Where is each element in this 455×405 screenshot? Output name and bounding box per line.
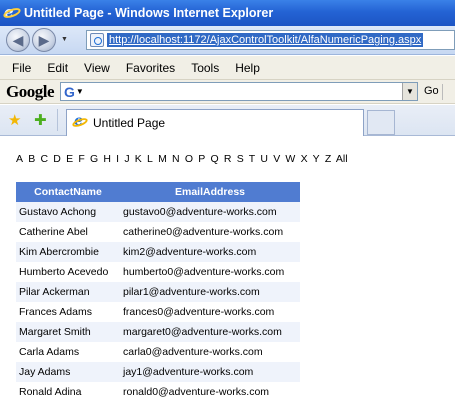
menu-bar: File Edit View Favorites Tools Help xyxy=(0,56,455,80)
contact-name-cell: Humberto Acevedo xyxy=(16,262,120,282)
menu-view[interactable]: View xyxy=(76,61,118,75)
column-header-contactname: ContactName xyxy=(16,182,120,202)
pager-link-d[interactable]: D xyxy=(53,153,61,165)
contact-name-cell: Ronald Adina xyxy=(16,382,120,402)
google-g-icon[interactable]: G xyxy=(64,84,75,100)
contact-name-cell: Gustavo Achong xyxy=(16,202,120,222)
table-row: Margaret Smith margaret0@adventure-works… xyxy=(16,322,300,342)
pager-link-m[interactable]: M xyxy=(158,153,167,165)
ie-tab-icon: e xyxy=(71,113,89,130)
table-row: Jay Adams jay1@adventure-works.com xyxy=(16,362,300,382)
pager-link-l[interactable]: L xyxy=(147,153,153,165)
pager-link-k[interactable]: K xyxy=(135,153,142,165)
navigation-bar: ◀ ▶ ▼ http://localhost:1172/AjaxControlT… xyxy=(0,26,455,55)
email-cell: gustavo0@adventure-works.com xyxy=(120,202,300,222)
email-cell: frances0@adventure-works.com xyxy=(120,302,300,322)
page-icon xyxy=(90,33,104,47)
table-row: Frances Adams frances0@adventure-works.c… xyxy=(16,302,300,322)
pager-link-y[interactable]: Y xyxy=(313,153,320,165)
pager-link-a[interactable]: A xyxy=(16,153,23,165)
email-cell: carla0@adventure-works.com xyxy=(120,342,300,362)
pager-link-i[interactable]: I xyxy=(116,153,119,165)
pager-link-j[interactable]: J xyxy=(124,153,129,165)
pager-link-o[interactable]: O xyxy=(185,153,193,165)
pager-link-w[interactable]: W xyxy=(285,153,295,165)
window-title: Untitled Page - Windows Internet Explore… xyxy=(24,6,274,20)
pager-link-v[interactable]: V xyxy=(273,153,280,165)
contact-name-cell: Kim Abercrombie xyxy=(16,242,120,262)
menu-help[interactable]: Help xyxy=(227,61,268,75)
add-favorites-icon[interactable]: ✚ xyxy=(34,111,47,129)
pager-link-z[interactable]: Z xyxy=(325,153,331,165)
contact-name-cell: Carla Adams xyxy=(16,342,120,362)
search-history-dropdown[interactable]: ▼ xyxy=(402,83,417,100)
contact-name-cell: Jay Adams xyxy=(16,362,120,382)
tab-title: Untitled Page xyxy=(93,116,166,130)
google-logo: Google xyxy=(6,81,55,101)
pager-link-x[interactable]: X xyxy=(301,153,308,165)
contact-name-cell: Catherine Abel xyxy=(16,222,120,242)
email-cell: humberto0@adventure-works.com xyxy=(120,262,300,282)
pager-link-f[interactable]: F xyxy=(78,153,84,165)
email-cell: jay1@adventure-works.com xyxy=(120,362,300,382)
table-row: Humberto Acevedo humberto0@adventure-wor… xyxy=(16,262,300,282)
menu-tools[interactable]: Tools xyxy=(183,61,227,75)
page-content: A B C D E F G H I J K L M N O P Q R S T … xyxy=(0,136,455,405)
pager-link-p[interactable]: P xyxy=(198,153,205,165)
pager-link-h[interactable]: H xyxy=(103,153,111,165)
table-row: Gustavo Achong gustavo0@adventure-works.… xyxy=(16,202,300,222)
google-go-button[interactable]: Go xyxy=(424,85,439,97)
contacts-grid: ContactName EmailAddress Gustavo Achong … xyxy=(16,182,300,402)
pager-link-e[interactable]: E xyxy=(66,153,73,165)
address-bar[interactable]: http://localhost:1172/AjaxControlToolkit… xyxy=(86,30,455,50)
pager-link-u[interactable]: U xyxy=(260,153,268,165)
pager-link-r[interactable]: R xyxy=(224,153,232,165)
pager-link-t[interactable]: T xyxy=(249,153,255,165)
recent-pages-dropdown[interactable]: ▼ xyxy=(61,36,68,43)
pager-link-c[interactable]: C xyxy=(40,153,48,165)
table-row: Kim Abercrombie kim2@adventure-works.com xyxy=(16,242,300,262)
grid-header-row: ContactName EmailAddress xyxy=(16,182,300,202)
email-cell: pilar1@adventure-works.com xyxy=(120,282,300,302)
menu-edit[interactable]: Edit xyxy=(39,61,76,75)
chevron-down-icon[interactable]: ▼ xyxy=(76,87,84,96)
table-row: Carla Adams carla0@adventure-works.com xyxy=(16,342,300,362)
address-url[interactable]: http://localhost:1172/AjaxControlToolkit… xyxy=(107,33,424,47)
forward-button[interactable]: ▶ xyxy=(32,28,56,52)
contact-name-cell: Pilar Ackerman xyxy=(16,282,120,302)
pager-link-b[interactable]: B xyxy=(28,153,35,165)
tab-separator xyxy=(57,109,58,131)
column-header-emailaddress: EmailAddress xyxy=(120,182,300,202)
tab-bar: ★ ✚ e Untitled Page xyxy=(0,105,455,136)
tab-untitled-page[interactable]: e Untitled Page xyxy=(66,109,364,136)
ie-logo-icon: e xyxy=(2,3,22,21)
menu-favorites[interactable]: Favorites xyxy=(118,61,183,75)
google-search-input[interactable]: G ▼ ▼ xyxy=(60,82,418,101)
pager-link-all[interactable]: All xyxy=(336,153,348,165)
table-row: Ronald Adina ronald0@adventure-works.com xyxy=(16,382,300,402)
menu-file[interactable]: File xyxy=(4,61,39,75)
alphabet-pager: A B C D E F G H I J K L M N O P Q R S T … xyxy=(16,153,348,165)
email-cell: margaret0@adventure-works.com xyxy=(120,322,300,342)
back-button[interactable]: ◀ xyxy=(6,28,30,52)
email-cell: kim2@adventure-works.com xyxy=(120,242,300,262)
favorites-star-icon[interactable]: ★ xyxy=(8,111,21,129)
toolbar-chevron[interactable] xyxy=(442,84,452,100)
pager-link-n[interactable]: N xyxy=(172,153,180,165)
email-cell: ronald0@adventure-works.com xyxy=(120,382,300,402)
table-row: Pilar Ackerman pilar1@adventure-works.co… xyxy=(16,282,300,302)
email-cell: catherine0@adventure-works.com xyxy=(120,222,300,242)
table-row: Catherine Abel catherine0@adventure-work… xyxy=(16,222,300,242)
pager-link-g[interactable]: G xyxy=(90,153,98,165)
google-toolbar: Google G ▼ ▼ Go xyxy=(0,80,455,104)
new-tab-button[interactable] xyxy=(367,110,395,135)
contact-name-cell: Frances Adams xyxy=(16,302,120,322)
window-titlebar: e Untitled Page - Windows Internet Explo… xyxy=(0,0,455,26)
pager-link-q[interactable]: Q xyxy=(210,153,218,165)
contact-name-cell: Margaret Smith xyxy=(16,322,120,342)
pager-link-s[interactable]: S xyxy=(237,153,244,165)
